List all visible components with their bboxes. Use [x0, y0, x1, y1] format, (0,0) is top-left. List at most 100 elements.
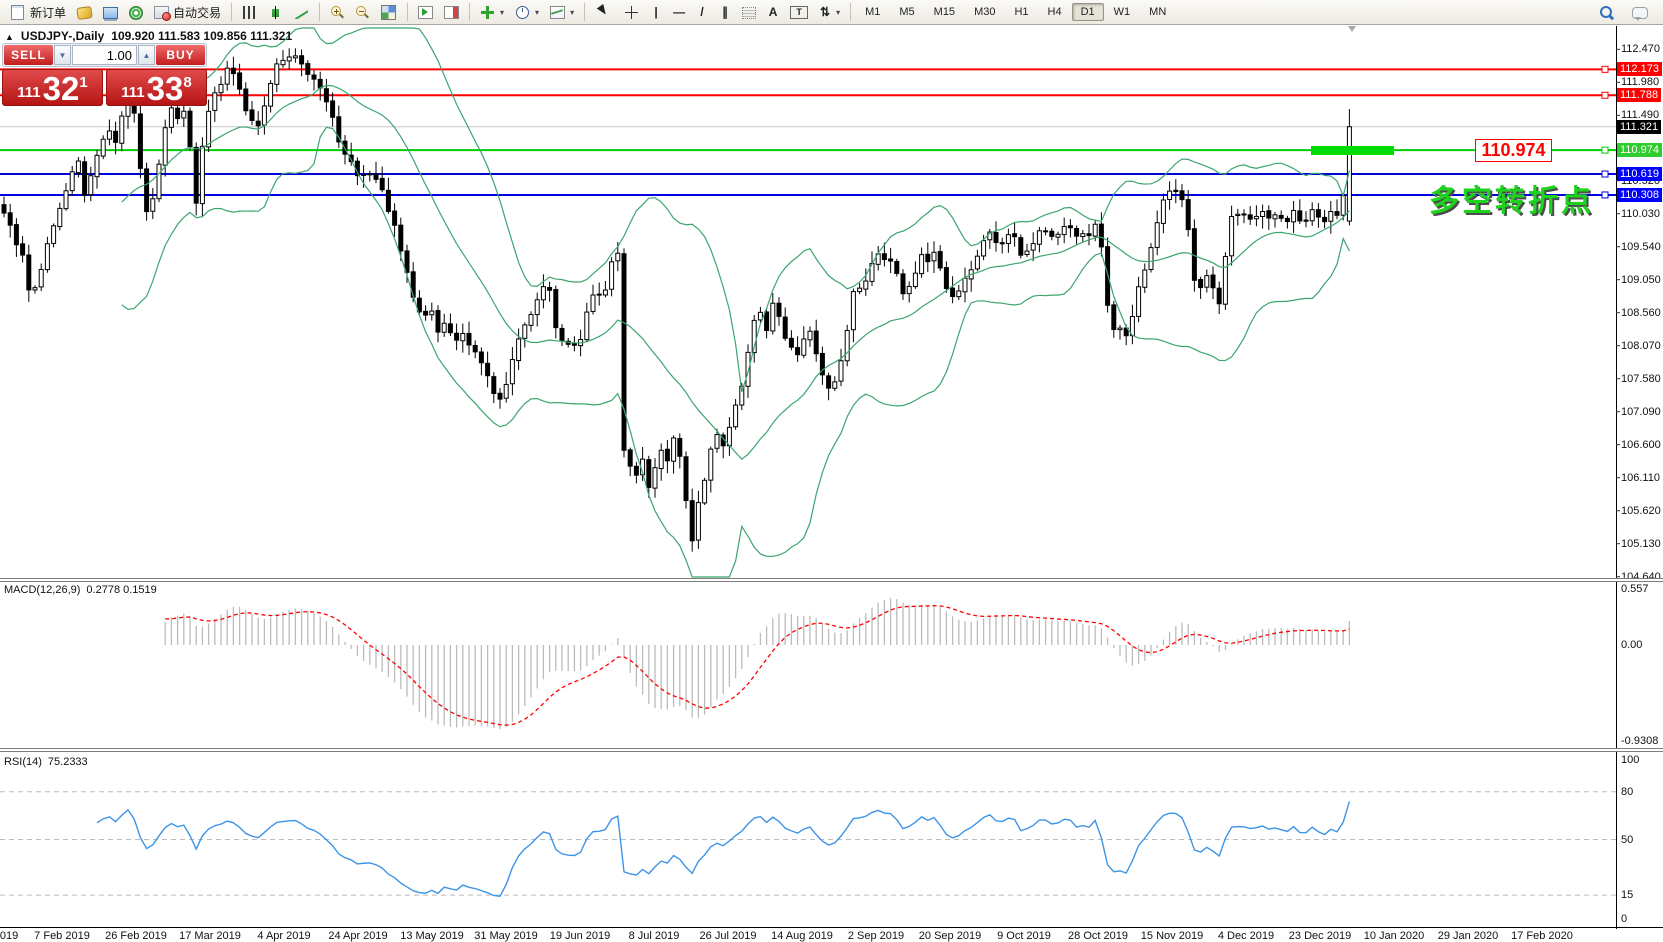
chinese-annotation[interactable]: 多空转折点: [1429, 176, 1594, 220]
date-tick-label: 2 Sep 2019: [848, 930, 904, 942]
line-handle[interactable]: [1602, 66, 1608, 72]
timeframe-h4[interactable]: H4: [1039, 3, 1071, 21]
bars-icon: [243, 6, 256, 19]
macd-name: MACD(12,26,9): [4, 584, 80, 596]
volume-decrease-button[interactable]: ▼: [54, 45, 71, 65]
tile-icon: [381, 5, 396, 20]
candle-chart-button[interactable]: [263, 0, 288, 25]
date-tick-label: 20 Jan 2019: [0, 930, 18, 942]
signals-button[interactable]: [124, 0, 148, 25]
vertical-line-button[interactable]: |: [645, 0, 667, 25]
autoscroll-icon: [418, 6, 433, 19]
one-click-controls: SELL ▼ 1.00 ▲ BUY: [2, 43, 207, 67]
chevron-down-icon: ▾: [535, 8, 539, 17]
chevron-down-icon: ▾: [500, 8, 504, 17]
symbol-period-label: USDJPY-,Daily: [21, 29, 104, 43]
text-label-button[interactable]: T: [785, 0, 813, 25]
date-tick-label: 10 Jan 2020: [1364, 930, 1425, 942]
gold-icon: [76, 6, 93, 20]
trendline-button-glyph: /: [696, 5, 708, 19]
date-tick-label: 28 Oct 2019: [1068, 930, 1128, 942]
toolbar-separator: [850, 3, 851, 21]
pane-divider-1[interactable]: [0, 578, 1663, 582]
line-handle[interactable]: [1602, 147, 1608, 153]
price-tick-label: 108.070: [1621, 340, 1661, 352]
price-tick-label: 106.600: [1621, 439, 1661, 451]
horizontal-line-button-glyph: —: [673, 5, 685, 19]
one-click-prices: 111 32 1 111 33 8: [2, 69, 207, 106]
bar-chart-button[interactable]: [237, 0, 262, 25]
date-tick-label: 23 Dec 2019: [1289, 930, 1351, 942]
main-toolbar: 新订单 自动交易 ▾ ▾ ▾ | — / ∥ AT ⇅▾ M1M5M15M30H1H4D1W1MN: [0, 0, 1663, 25]
line-handle[interactable]: [1602, 92, 1608, 98]
green-level-bar[interactable]: [1311, 146, 1394, 155]
indicators-button[interactable]: ▾: [475, 0, 509, 25]
arrows-button-glyph: ⇅: [819, 5, 831, 19]
date-tick-label: 17 Mar 2019: [179, 930, 241, 942]
timeframe-m15[interactable]: M15: [925, 3, 964, 21]
zoom-out-button[interactable]: [350, 0, 374, 25]
timeframe-m5[interactable]: M5: [890, 3, 923, 21]
volume-increase-button[interactable]: ▲: [138, 45, 155, 65]
volume-input[interactable]: 1.00: [72, 45, 137, 65]
date-tick-label: 24 Apr 2019: [328, 930, 387, 942]
line-handle[interactable]: [1602, 171, 1608, 177]
timeframe-h1[interactable]: H1: [1005, 3, 1037, 21]
periods-button[interactable]: ▾: [510, 0, 544, 25]
date-tick-label: 19 Jun 2019: [550, 930, 611, 942]
cursor-button[interactable]: [590, 0, 618, 25]
date-tick-label: 4 Apr 2019: [257, 930, 310, 942]
buy-button[interactable]: BUY: [156, 45, 205, 65]
auto-scroll-button[interactable]: [413, 0, 438, 25]
sell-button[interactable]: SELL: [4, 45, 53, 65]
zoom-in-button[interactable]: [325, 0, 349, 25]
fibonacci-button[interactable]: [737, 0, 761, 25]
channel-button[interactable]: ∥: [714, 0, 736, 25]
date-tick-label: 4 Dec 2019: [1218, 930, 1274, 942]
channel-button-glyph: ∥: [719, 5, 731, 19]
timeframe-m30[interactable]: M30: [965, 3, 1004, 21]
horizontal-lines[interactable]: [0, 66, 1616, 198]
fibo-icon: [742, 7, 756, 19]
text-label-button-glyph: T: [790, 6, 808, 19]
templates-button[interactable]: ▾: [545, 0, 579, 25]
trendline-button[interactable]: /: [691, 0, 713, 25]
template-icon: [550, 6, 565, 19]
timeframe-d1[interactable]: D1: [1072, 3, 1104, 21]
auto-trading-button[interactable]: 自动交易: [149, 0, 226, 25]
chart-title: ▲ USDJPY-,Daily 109.920 111.583 109.856 …: [5, 29, 292, 43]
timeframe-m1[interactable]: M1: [856, 3, 889, 21]
profiles-button[interactable]: [72, 0, 97, 25]
chart-shift-button[interactable]: [439, 0, 464, 25]
chat-button[interactable]: [1627, 0, 1653, 25]
buy-price-panel[interactable]: 111 33 8: [106, 69, 207, 106]
date-tick-label: 13 May 2019: [400, 930, 464, 942]
new-order-button[interactable]: 新订单: [4, 0, 71, 25]
tile-windows-button[interactable]: [375, 0, 402, 25]
price-tick-label: 107.090: [1621, 406, 1661, 418]
line-chart-button[interactable]: [289, 0, 314, 25]
price-level-callout[interactable]: 110.974: [1475, 139, 1552, 162]
horizontal-line-button[interactable]: —: [668, 0, 690, 25]
text-button[interactable]: A: [762, 0, 784, 25]
candles-icon: [269, 6, 282, 19]
toolbar-right: [1594, 0, 1659, 25]
pane-divider-2[interactable]: [0, 748, 1663, 752]
auto-trading-button-label: 自动交易: [173, 4, 221, 21]
price-tick-label: 105.620: [1621, 505, 1661, 517]
sell-price-big: 32: [43, 74, 80, 104]
cursor-icon: [597, 4, 612, 20]
macd-histogram: [165, 598, 1349, 729]
arrows-button[interactable]: ⇅▾: [814, 0, 845, 25]
price-tick-label: 109.540: [1621, 241, 1661, 253]
trading-terminal: 新订单 自动交易 ▾ ▾ ▾ | — / ∥ AT ⇅▾ M1M5M15M30H1H4D1W1MN ▲…: [0, 0, 1663, 942]
timeframe-mn[interactable]: MN: [1140, 3, 1175, 21]
price-tick-label: 106.110: [1621, 472, 1660, 484]
search-button[interactable]: [1594, 0, 1619, 25]
sell-price-panel[interactable]: 111 32 1: [2, 69, 103, 106]
crosshair-button[interactable]: [619, 0, 644, 25]
line-handle[interactable]: [1602, 192, 1608, 198]
timeframe-w1[interactable]: W1: [1105, 3, 1140, 21]
market-watch-button[interactable]: [98, 0, 123, 25]
rsi-label: RSI(14) 75.2333: [4, 756, 88, 768]
